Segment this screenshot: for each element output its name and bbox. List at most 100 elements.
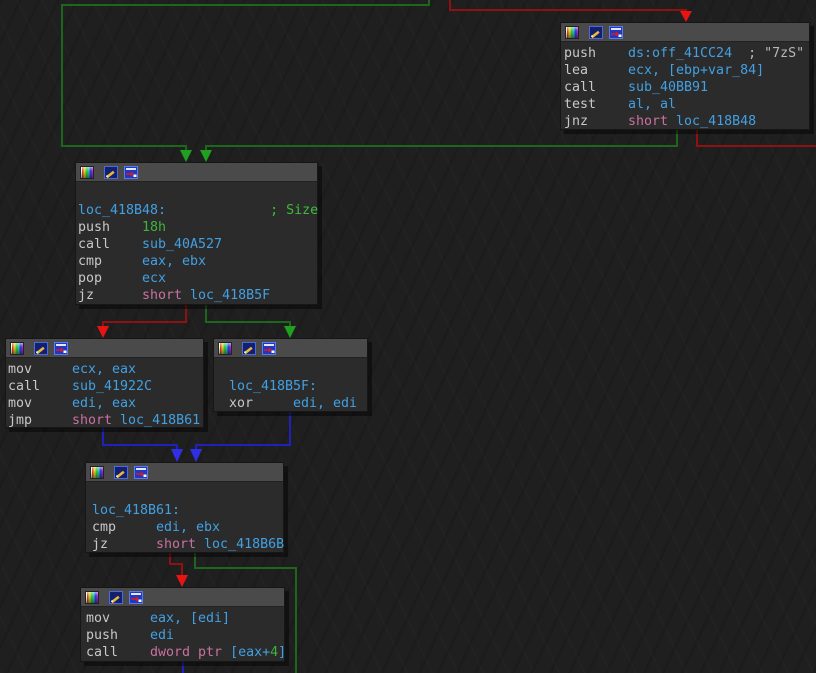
- asm-seg: dword ptr: [150, 645, 231, 660]
- asm-seg: call: [86, 645, 119, 660]
- asm-row: push 18h: [78, 219, 317, 236]
- asm-seg: call: [564, 80, 597, 95]
- asm-seg: short: [156, 537, 205, 552]
- asm-seg: short: [142, 288, 191, 303]
- asm-row: xor edi, edi: [229, 395, 367, 412]
- asm-seg: sub_41922C: [72, 379, 153, 394]
- node-color-icon[interactable]: [85, 590, 99, 604]
- graph-node-loc_418B61[interactable]: loc_418B61: cmp edi, ebx jz short loc_418B6B: [85, 462, 284, 553]
- node-title-bar[interactable]: [214, 339, 367, 358]
- node-title-bar[interactable]: [81, 588, 284, 607]
- asm-row: loc_418B5F:: [229, 378, 367, 395]
- asm-seg: test: [564, 97, 597, 112]
- asm-row: mov ecx, eax: [8, 361, 203, 378]
- group-node-icon[interactable]: [124, 165, 138, 179]
- asm-row: jmp short loc_418B61: [8, 412, 203, 429]
- asm-seg: ecx, [ebp+var_84]: [628, 63, 765, 78]
- asm-seg: loc_418B48:: [78, 203, 167, 218]
- asm-seg: ]: [278, 645, 287, 660]
- asm-row: push edi: [86, 627, 284, 644]
- group-node-icon[interactable]: [262, 341, 276, 355]
- asm-seg: push: [564, 46, 597, 61]
- edge-red-fallthrough-right: [696, 130, 816, 147]
- edge-jz-nottaken-red-2-arrow: [176, 575, 188, 587]
- edge-fallthrough-blue: [195, 412, 291, 450]
- edge-jnz-taken-green-arrow: [200, 150, 212, 162]
- edit-comment-icon[interactable]: [104, 165, 118, 179]
- group-node-icon[interactable]: [609, 25, 623, 39]
- node-color-icon[interactable]: [90, 465, 104, 479]
- asm-seg: sub_40A527: [142, 237, 223, 252]
- asm-seg: ecx, eax: [72, 362, 137, 377]
- asm-row: mov edi, eax: [8, 395, 203, 412]
- asm-row: [78, 185, 317, 202]
- graph-node-call-sub_41922C[interactable]: mov ecx, eax call sub_41922C mov edi, eax jmp s…: [5, 338, 204, 428]
- asm-seg: short: [72, 413, 121, 428]
- node-code: push ds:off_41CC24 ; "7zS" lea ecx, [ebp+va…: [561, 42, 809, 130]
- graph-canvas[interactable]: push ds:off_41CC24 ; "7zS" lea ecx, [ebp+va…: [0, 0, 816, 673]
- asm-row: [92, 485, 283, 502]
- asm-row: jnz short loc_418B48: [564, 113, 809, 130]
- graph-node-loc_418B48[interactable]: loc_418B48: ; Size push 18h call sub_40A527 c…: [75, 162, 318, 305]
- asm-row: test al, al: [564, 96, 809, 113]
- asm-seg: push: [86, 628, 119, 643]
- asm-seg: push: [78, 220, 111, 235]
- asm-seg: 4: [270, 645, 279, 660]
- asm-seg: edi: [150, 628, 175, 643]
- asm-row: jz short loc_418B5F: [78, 287, 317, 304]
- edge-green-loop-entry-arrow: [180, 150, 192, 162]
- edge-jz-taken-green-arrow: [284, 326, 296, 338]
- asm-seg: loc_418B61: [120, 413, 201, 428]
- asm-seg: eax, [edi]: [150, 611, 231, 626]
- edge-jz-nottaken-red-arrow: [97, 326, 109, 338]
- node-title-bar[interactable]: [6, 339, 203, 358]
- node-code: mov eax, [edi] push edi call dword ptr [eax+4…: [81, 607, 287, 661]
- asm-row: [229, 361, 367, 378]
- graph-node-loc_418B5F[interactable]: loc_418B5F: xor edi, edi: [213, 338, 368, 412]
- group-node-icon[interactable]: [54, 341, 68, 355]
- edit-comment-icon[interactable]: [34, 341, 48, 355]
- asm-seg: ; "7zS": [732, 46, 805, 61]
- node-color-icon[interactable]: [218, 341, 232, 355]
- asm-seg: edi, eax: [72, 396, 137, 411]
- asm-row: call sub_40A527: [78, 236, 317, 253]
- edit-comment-icon[interactable]: [114, 465, 128, 479]
- asm-seg: 18h: [142, 220, 167, 235]
- asm-seg: mov: [8, 396, 33, 411]
- edit-comment-icon[interactable]: [109, 590, 123, 604]
- graph-node-virtual-call[interactable]: mov eax, [edi] push edi call dword ptr [eax+4…: [80, 587, 287, 662]
- asm-seg: sub_40BB91: [628, 80, 709, 95]
- asm-seg: lea: [564, 63, 589, 78]
- node-title-bar[interactable]: [561, 23, 809, 42]
- group-node-icon[interactable]: [129, 590, 143, 604]
- asm-row: cmp edi, ebx: [92, 519, 283, 536]
- asm-seg: ds:off_41CC24: [628, 46, 733, 61]
- node-title-bar[interactable]: [76, 163, 317, 182]
- node-code: loc_418B48: ; Size push 18h call sub_40A527 c…: [76, 182, 318, 304]
- asm-row: loc_418B48: ; Size: [78, 202, 318, 219]
- asm-row: push ds:off_41CC24 ; "7zS": [564, 45, 809, 62]
- edge-fallthrough-blue-arrow: [190, 449, 202, 462]
- node-color-icon[interactable]: [80, 165, 94, 179]
- graph-node-push-7zs[interactable]: push ds:off_41CC24 ; "7zS" lea ecx, [ebp+va…: [560, 22, 810, 130]
- asm-seg: eax, ebx: [142, 254, 207, 269]
- edit-comment-icon[interactable]: [242, 341, 256, 355]
- edge-jmp-blue-arrow: [171, 449, 183, 462]
- group-node-icon[interactable]: [134, 465, 148, 479]
- asm-seg: xor: [229, 396, 254, 411]
- asm-row: cmp eax, ebx: [78, 253, 317, 270]
- asm-seg: loc_418B48: [676, 114, 757, 129]
- node-color-icon[interactable]: [565, 25, 579, 39]
- node-color-icon[interactable]: [10, 341, 24, 355]
- edge-jz-nottaken-red-2: [169, 553, 183, 576]
- asm-seg: jz: [92, 537, 109, 552]
- node-title-bar[interactable]: [86, 463, 283, 482]
- asm-seg: jnz: [564, 114, 589, 129]
- asm-seg: loc_418B6B: [204, 537, 285, 552]
- edge-green-loop-entry: [61, 0, 430, 151]
- asm-row: jz short loc_418B6B: [92, 536, 285, 553]
- asm-seg: jz: [78, 288, 95, 303]
- asm-seg: call: [78, 237, 111, 252]
- asm-seg: edi, ebx: [156, 520, 221, 535]
- edit-comment-icon[interactable]: [589, 25, 603, 39]
